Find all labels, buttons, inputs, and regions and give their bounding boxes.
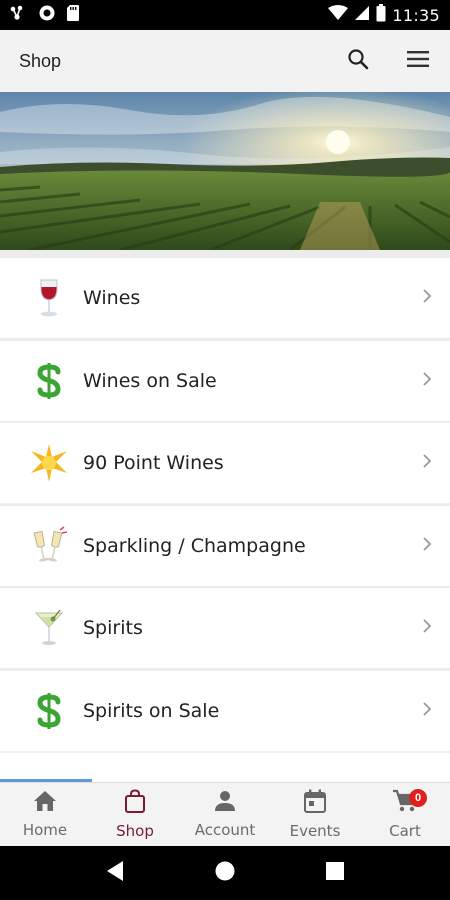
page-title: Shop (19, 50, 62, 71)
chevron-right-icon (422, 618, 432, 639)
nav-account[interactable]: Account (180, 783, 270, 846)
bottom-navigation: Home Shop Account Events 0 Cart (0, 782, 450, 846)
home-circle-icon[interactable] (214, 860, 236, 887)
nav-home-label: Home (22, 821, 68, 839)
wine-glass-icon (27, 276, 71, 320)
back-icon[interactable] (105, 860, 125, 887)
list-item-wines[interactable]: Wines (0, 258, 450, 338)
search-button[interactable] (340, 43, 376, 79)
cocktail-icon (27, 606, 71, 650)
circle-app-icon (38, 4, 56, 27)
list-item-label: 90 Point Wines (83, 452, 224, 474)
battery-icon (376, 3, 386, 27)
list-item-wines-on-sale[interactable]: Wines on Sale (0, 340, 450, 421)
network-share-icon (10, 5, 28, 26)
nav-shop-label: Shop (116, 822, 154, 840)
list-item-spirits-on-sale[interactable]: Spirits on Sale (0, 670, 450, 751)
signal-icon (354, 5, 370, 26)
list-item-label: Wines on Sale (83, 369, 217, 392)
nav-cart[interactable]: 0 Cart (360, 783, 450, 846)
cart-count-badge: 0 (409, 789, 427, 807)
nav-home[interactable]: Home (0, 783, 90, 846)
list-item-label: Spirits on Sale (83, 699, 220, 722)
search-icon (347, 48, 369, 75)
wifi-icon (328, 4, 349, 26)
nav-events-label: Events (289, 822, 341, 840)
chevron-right-icon (422, 371, 432, 392)
home-icon (33, 790, 57, 817)
sd-card-icon (66, 4, 80, 27)
list-item-90-point-wines[interactable]: 90 Point Wines (0, 423, 450, 503)
category-list: Wines Wines on Sale 90 Point Wines Spark… (0, 250, 450, 782)
nav-events[interactable]: Events (270, 783, 360, 846)
list-item-label: Spirits (83, 617, 143, 639)
shopping-bag-icon (123, 789, 147, 818)
calendar-icon (304, 789, 326, 818)
recents-icon[interactable] (325, 861, 345, 886)
dollar-icon (27, 689, 71, 733)
chevron-right-icon (422, 453, 432, 474)
list-item-label: Wines (83, 287, 141, 309)
champagne-icon (27, 524, 71, 568)
list-item-spirits[interactable]: Spirits (0, 588, 450, 668)
list-item-label: Sparkling / Champagne (83, 534, 306, 557)
nav-shop[interactable]: Shop (90, 783, 180, 846)
list-item-sparkling-champagne[interactable]: Sparkling / Champagne (0, 505, 450, 586)
vineyard-banner (0, 92, 450, 250)
system-navigation-bar (0, 846, 450, 900)
dollar-icon (27, 359, 71, 403)
list-item-partial[interactable] (0, 753, 450, 782)
person-icon (214, 790, 236, 817)
chevron-right-icon (422, 701, 432, 722)
nav-cart-label: Cart (389, 822, 421, 840)
app-bar: Shop (0, 30, 450, 92)
menu-icon (406, 50, 430, 73)
menu-button[interactable] (400, 43, 436, 79)
chevron-right-icon (422, 536, 432, 557)
status-time: 11:35 (392, 5, 440, 25)
status-bar: 11:35 (0, 0, 450, 30)
nav-account-label: Account (194, 821, 256, 839)
chevron-right-icon (422, 288, 432, 309)
star-icon (27, 441, 71, 485)
